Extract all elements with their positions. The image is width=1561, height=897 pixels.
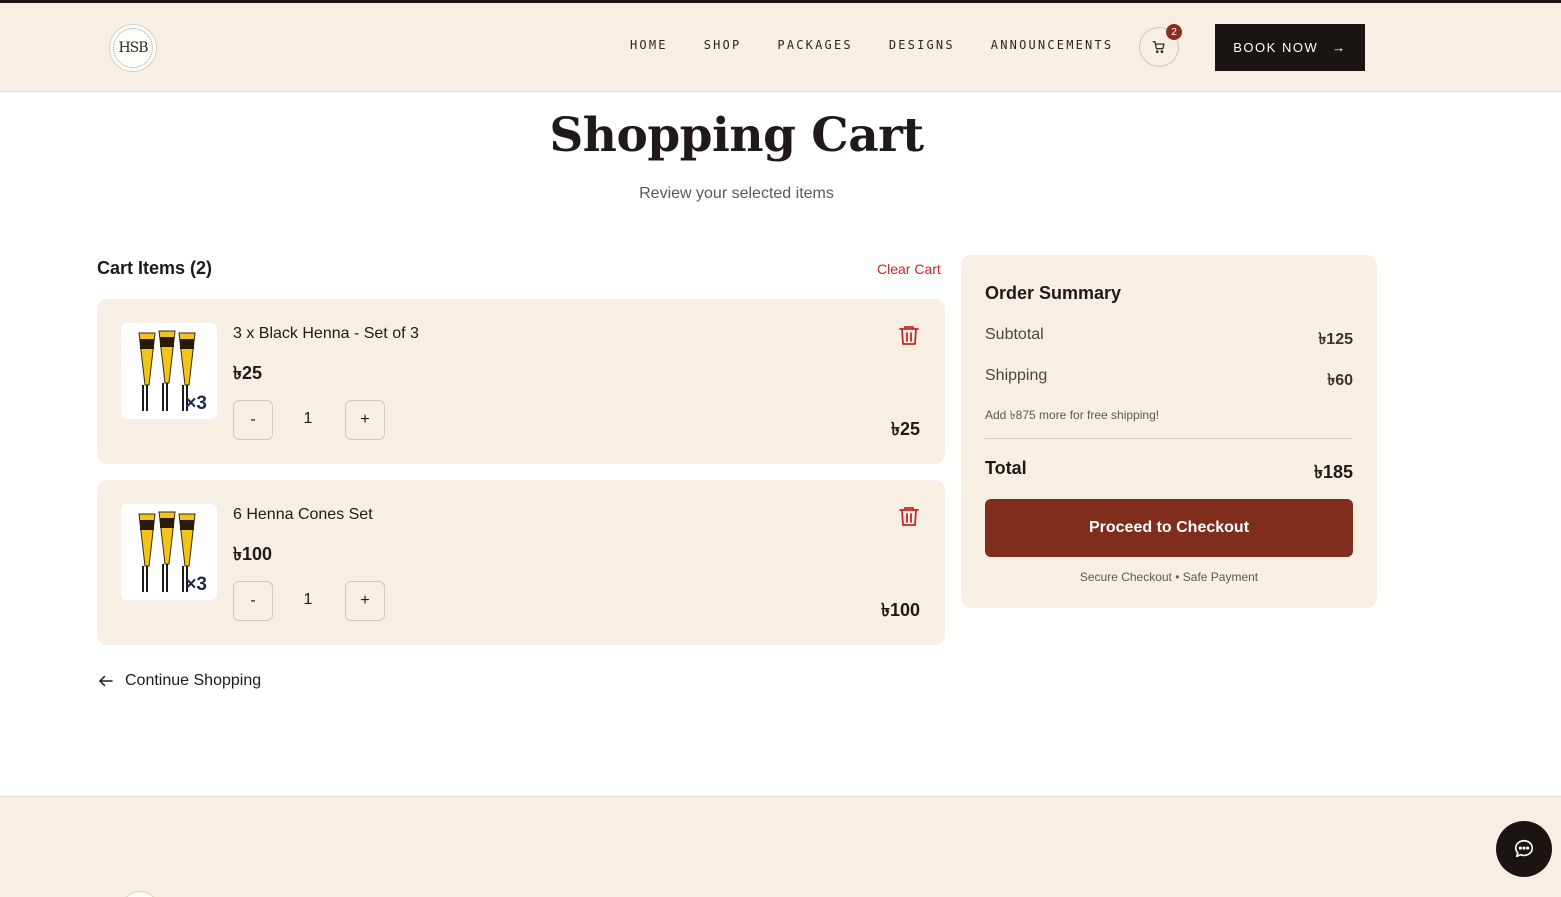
nav-packages[interactable]: PACKAGES xyxy=(777,38,852,52)
free-shipping-note: Add ৳875 more for free shipping! xyxy=(985,408,1160,422)
secure-checkout-note: Secure Checkout • Safe Payment xyxy=(1079,570,1259,584)
product-image[interactable]: ×3 xyxy=(121,504,217,600)
clear-cart-button[interactable]: Clear Cart xyxy=(877,261,941,277)
continue-shopping-label: Continue Shopping xyxy=(125,672,262,689)
nav-designs[interactable]: DESIGNS xyxy=(889,38,955,52)
line-total: ৳100 xyxy=(881,600,920,620)
main-nav: HOME SHOP PACKAGES DESIGNS ANNOUNCEMENTS xyxy=(630,38,1149,52)
subtotal-value: ৳125 xyxy=(1318,331,1353,348)
product-image[interactable]: ×3 xyxy=(121,323,217,419)
order-summary-title: Order Summary xyxy=(985,283,1122,303)
total-label: Total xyxy=(985,458,1027,478)
quantity-value: 1 xyxy=(303,410,313,427)
cart-item: ×3 6 Henna Cones Set ৳100 - 1 + ৳100 xyxy=(97,480,945,645)
arrow-right-icon: → xyxy=(1332,40,1347,55)
increase-qty-button[interactable]: + xyxy=(345,400,385,440)
nav-shop[interactable]: SHOP xyxy=(704,38,742,52)
book-now-label: BOOK NOW xyxy=(1233,40,1319,55)
chat-bubble-icon xyxy=(1514,839,1534,858)
page-title: Shopping Cart xyxy=(549,108,924,163)
site-header: HSB HOME SHOP PACKAGES DESIGNS ANNOUNCEM… xyxy=(0,3,1561,92)
nav-home[interactable]: HOME xyxy=(630,38,668,52)
footer-logo xyxy=(120,891,160,897)
chat-button[interactable] xyxy=(1496,821,1552,877)
trash-icon[interactable] xyxy=(897,323,921,347)
product-price: ৳25 xyxy=(233,363,262,383)
trash-icon[interactable] xyxy=(897,504,921,528)
total-row: Total ৳185 xyxy=(985,458,1353,489)
increase-qty-button[interactable]: + xyxy=(345,581,385,621)
book-now-button[interactable]: BOOK NOW → xyxy=(1215,24,1365,71)
order-summary-panel: Order Summary Subtotal ৳125 Shipping ৳60… xyxy=(961,255,1377,608)
subtotal-label: Subtotal xyxy=(985,326,1044,343)
product-price: ৳100 xyxy=(233,544,272,564)
cart-items-heading: Cart Items (2) xyxy=(97,258,213,278)
continue-shopping-link[interactable]: Continue Shopping xyxy=(97,672,261,690)
cart-item: ×3 3 x Black Henna - Set of 3 ৳25 - 1 + … xyxy=(97,299,945,464)
cart-count-badge: 2 xyxy=(1166,24,1182,40)
shipping-label: Shipping xyxy=(985,367,1048,384)
decrease-qty-button[interactable]: - xyxy=(233,400,273,440)
nav-announcements[interactable]: ANNOUNCEMENTS xyxy=(991,38,1114,52)
site-logo[interactable]: HSB xyxy=(109,24,157,72)
quantity-value: 1 xyxy=(303,591,313,608)
summary-divider xyxy=(985,438,1353,439)
site-footer xyxy=(0,796,1561,897)
subtotal-row: Subtotal ৳125 xyxy=(985,326,1353,353)
pack-multiplier: ×3 xyxy=(185,393,207,414)
proceed-to-checkout-button[interactable]: Proceed to Checkout xyxy=(985,499,1353,557)
arrow-left-icon xyxy=(99,675,113,687)
pack-multiplier: ×3 xyxy=(185,574,207,595)
line-total: ৳25 xyxy=(891,419,920,439)
cart-icon xyxy=(1152,41,1165,54)
shipping-row: Shipping ৳60 xyxy=(985,367,1353,394)
total-value: ৳185 xyxy=(1314,462,1353,482)
logo-monogram: HSB xyxy=(113,28,153,68)
product-name[interactable]: 3 x Black Henna - Set of 3 xyxy=(233,325,419,343)
shipping-value: ৳60 xyxy=(1327,372,1353,389)
page-subtitle: Review your selected items xyxy=(639,185,834,202)
decrease-qty-button[interactable]: - xyxy=(233,581,273,621)
product-name[interactable]: 6 Henna Cones Set xyxy=(233,506,373,524)
